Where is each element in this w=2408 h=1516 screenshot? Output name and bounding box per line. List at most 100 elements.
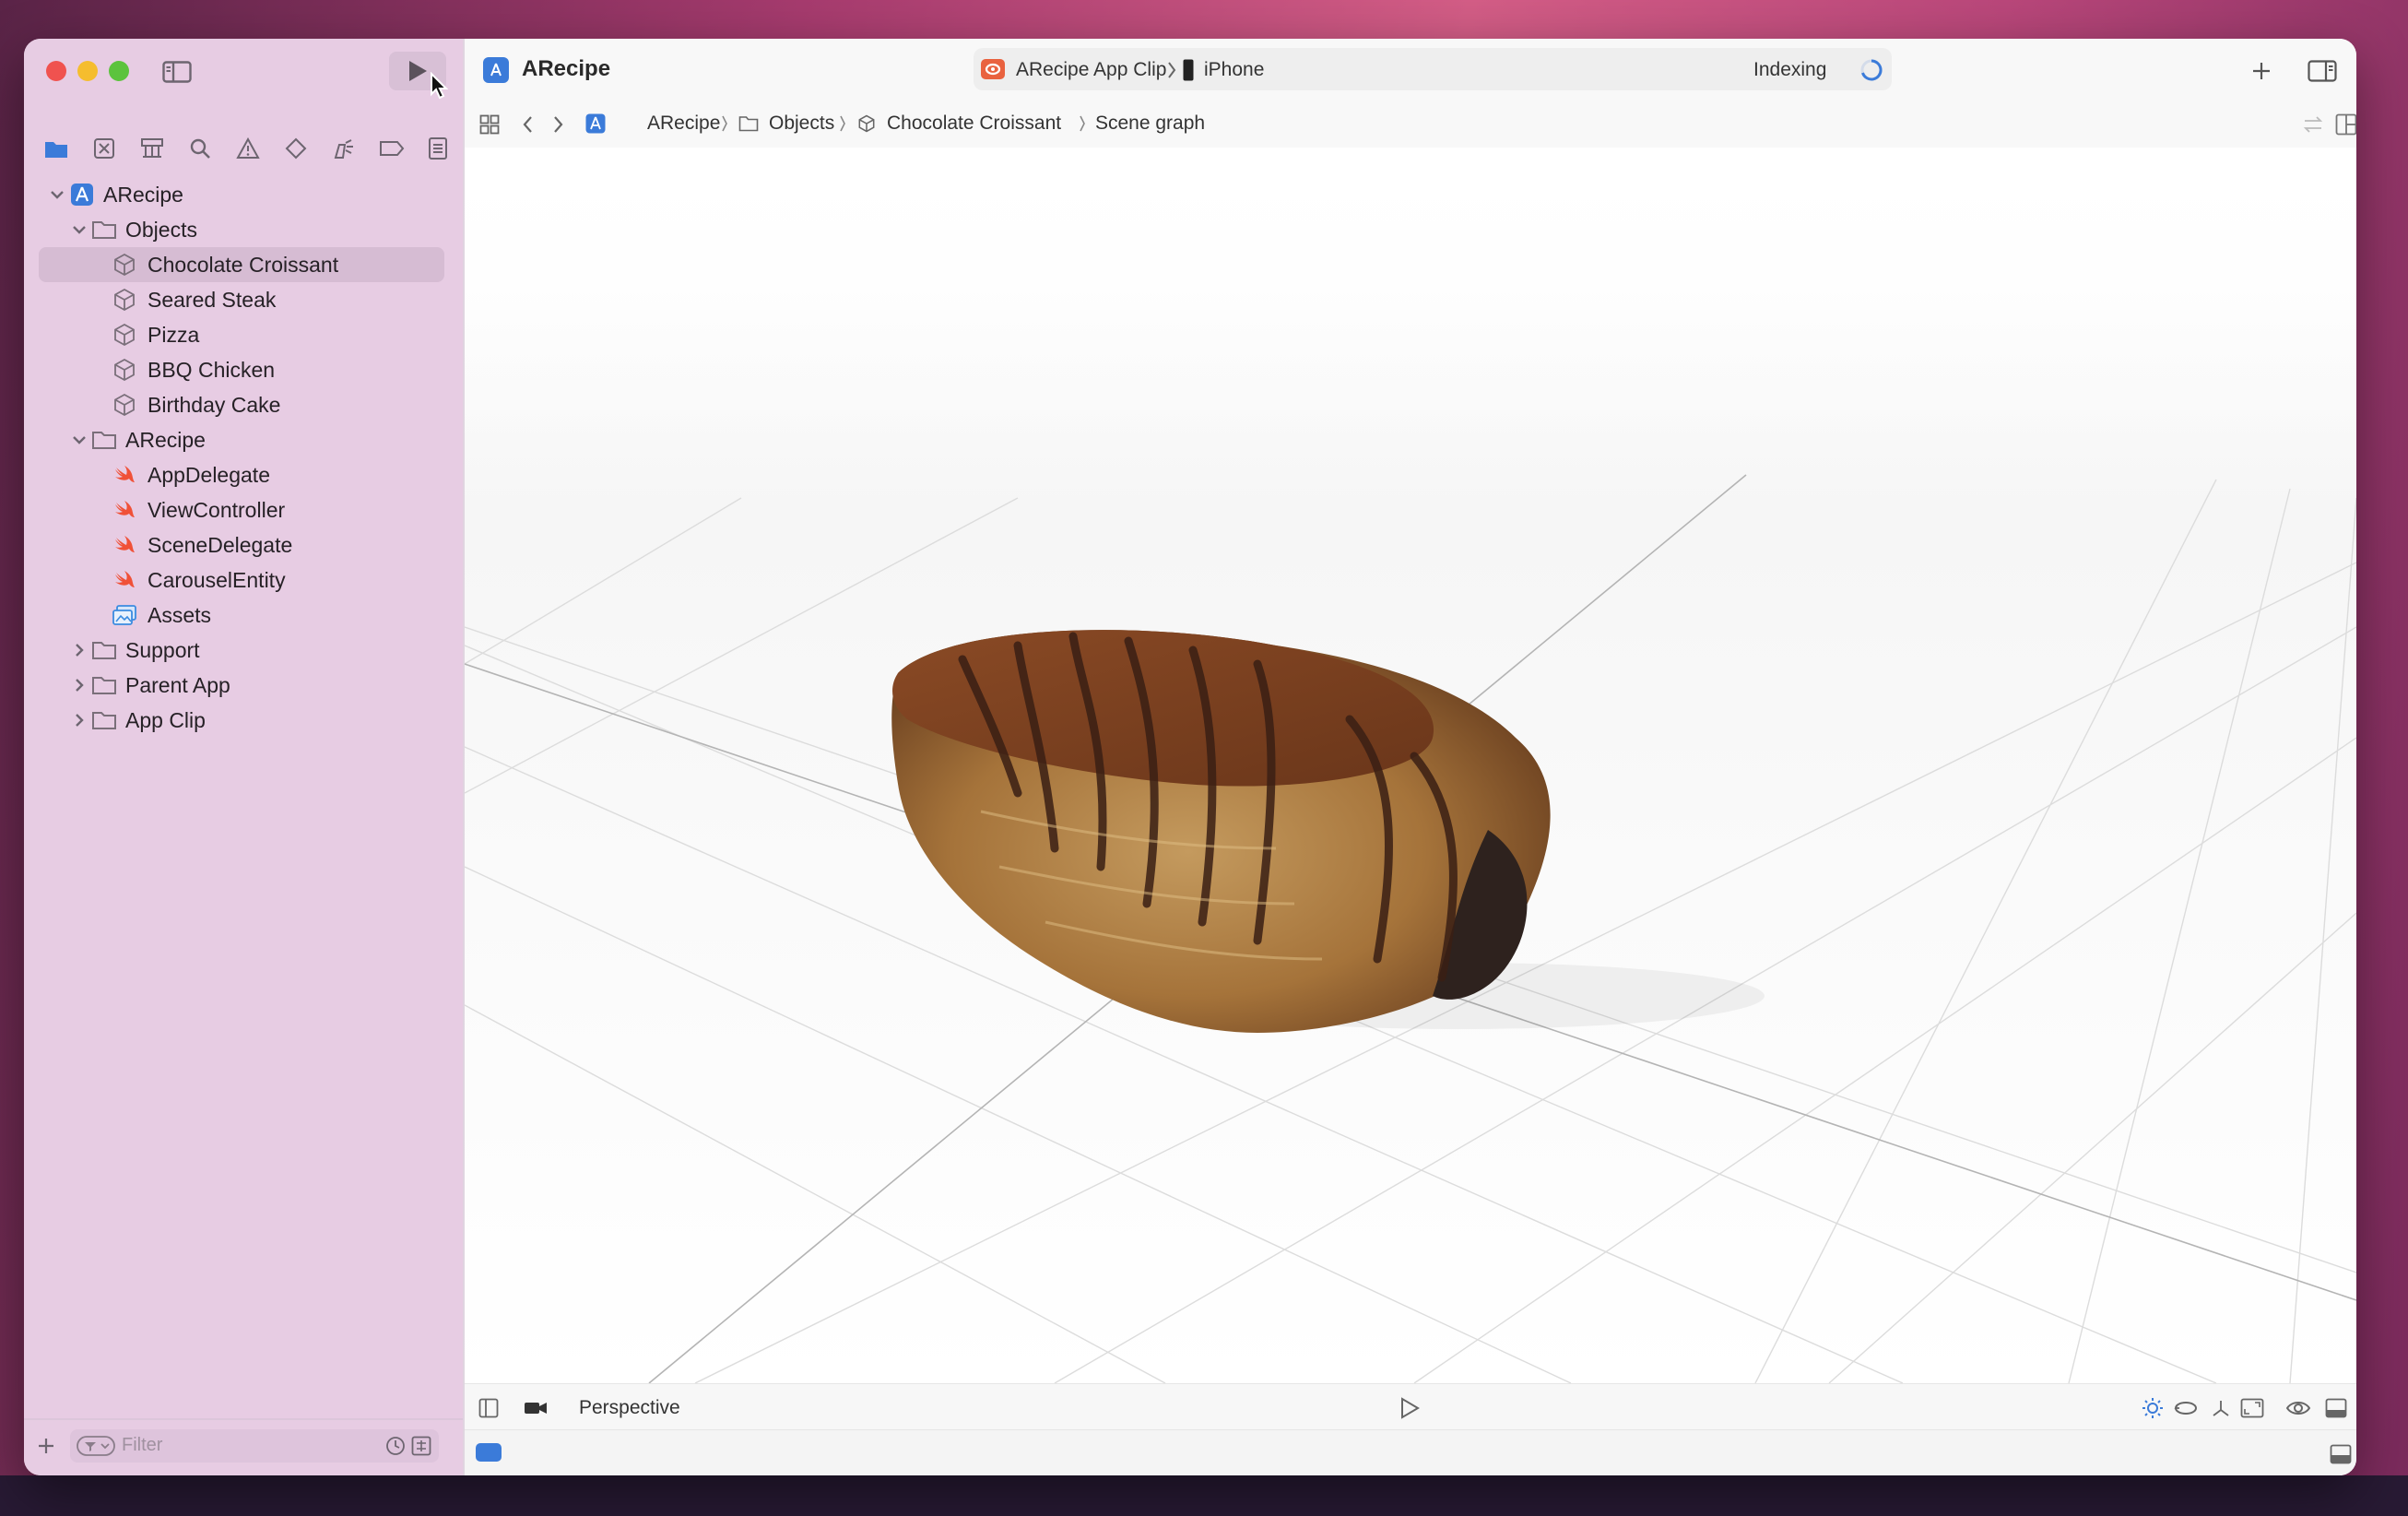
environment-orbit-icon[interactable]	[2172, 1393, 2200, 1423]
issue-warning-icon[interactable]	[230, 127, 266, 170]
breadcrumb-project[interactable]: ARecipe	[647, 113, 720, 135]
tree-item-label: Chocolate Croissant	[148, 252, 339, 277]
scheme-name[interactable]: ARecipe App Clip	[1016, 59, 1166, 81]
tree-item-chocolate-croissant[interactable]: Chocolate Croissant	[39, 247, 444, 282]
scene-viewport[interactable]	[465, 148, 2356, 1383]
toggle-console-icon[interactable]	[2327, 1441, 2355, 1467]
tree-item-support-folder[interactable]: Support	[39, 633, 444, 668]
chevron-right-icon[interactable]	[70, 641, 89, 659]
project-navigator-icon[interactable]	[39, 127, 74, 170]
folder-icon	[90, 636, 118, 664]
tree-item-label: Pizza	[148, 322, 200, 347]
editor-options-icon[interactable]	[2332, 111, 2356, 138]
scene-graph-canvas[interactable]	[465, 148, 2356, 1383]
play-animation-icon[interactable]	[1394, 1393, 1425, 1423]
tree-item-arecipe-project[interactable]: ARecipe	[39, 177, 444, 212]
tree-item-app-clip-folder[interactable]: App Clip	[39, 703, 444, 738]
mouse-cursor-icon	[430, 71, 449, 104]
zoom-window-button[interactable]	[109, 61, 129, 81]
camera-mode-label[interactable]: Perspective	[579, 1397, 680, 1419]
debug-spray-icon[interactable]	[326, 127, 361, 170]
chevron-down-icon[interactable]	[70, 431, 89, 449]
breadcrumb-folder[interactable]: Objects	[769, 113, 834, 135]
source-control-filter-icon[interactable]	[409, 1433, 433, 1459]
run-destination[interactable]: iPhone	[1204, 59, 1264, 81]
minimize-window-button[interactable]	[77, 61, 98, 81]
3d-object-icon	[111, 251, 138, 278]
project-title: ARecipe	[522, 56, 611, 81]
lighting-sun-icon[interactable]	[2139, 1393, 2166, 1423]
jump-bar: ARecipe Objects Chocolate Croissant Scen…	[465, 100, 2356, 148]
tree-item-label: Parent App	[125, 672, 230, 697]
3d-object-icon	[856, 113, 878, 135]
app-project-icon	[68, 181, 96, 208]
tree-item-label: Objects	[125, 217, 197, 242]
breakpoint-tag-icon[interactable]	[374, 127, 409, 170]
toggle-debug-area-icon[interactable]	[2321, 1393, 2351, 1423]
tree-item-objects-folder[interactable]: Objects	[39, 212, 444, 247]
navigator-filter-bar: Filter	[24, 1418, 463, 1475]
iphone-device-icon	[1182, 58, 1195, 82]
swap-arrows-icon[interactable]	[2299, 111, 2327, 138]
chevron-right-icon	[1077, 113, 1088, 135]
tree-item-seared-steak[interactable]: Seared Steak	[39, 282, 444, 317]
recent-files-clock-icon[interactable]	[384, 1433, 407, 1459]
tree-item-pizza[interactable]: Pizza	[39, 317, 444, 352]
forward-chevron-icon[interactable]	[548, 111, 570, 138]
swift-file-icon	[111, 496, 138, 524]
chevron-down-icon[interactable]	[48, 185, 66, 204]
folder-icon	[90, 216, 118, 243]
debug-status-bar	[465, 1429, 2356, 1475]
breadcrumb-scene-graph[interactable]: Scene graph	[1095, 113, 1205, 135]
tree-item-parent-app-folder[interactable]: Parent App	[39, 668, 444, 703]
tree-item-bbq-chicken[interactable]: BBQ Chicken	[39, 352, 444, 387]
find-icon[interactable]	[183, 127, 218, 170]
tree-item-scenedelegate[interactable]: SceneDelegate	[39, 527, 444, 563]
tree-item-label: ARecipe	[103, 182, 183, 207]
tree-item-arecipe-folder[interactable]: ARecipe	[39, 422, 444, 457]
asset-catalog-icon	[111, 601, 138, 629]
chevron-right-icon[interactable]	[70, 676, 89, 694]
tree-item-label: ViewController	[148, 497, 286, 522]
chevron-right-icon[interactable]	[70, 711, 89, 729]
tree-item-assets[interactable]: Assets	[39, 598, 444, 633]
navigator-tabs	[24, 127, 463, 170]
back-chevron-icon[interactable]	[516, 111, 538, 138]
visibility-eye-icon[interactable]	[2283, 1393, 2314, 1423]
tree-item-carouselentity[interactable]: CarouselEntity	[39, 563, 444, 598]
desktop-background	[0, 1475, 2408, 1516]
tree-item-label: AppDelegate	[148, 462, 270, 487]
tree-item-viewcontroller[interactable]: ViewController	[39, 492, 444, 527]
breadcrumb-file[interactable]: Chocolate Croissant	[887, 113, 1061, 135]
filter-options-icon[interactable]	[76, 1433, 116, 1459]
breakpoints-toggle-icon[interactable]	[476, 1443, 502, 1462]
related-items-grid-icon[interactable]	[476, 111, 503, 138]
camera-icon[interactable]	[522, 1395, 549, 1421]
add-library-icon[interactable]	[2246, 55, 2277, 87]
chevron-down-icon[interactable]	[70, 220, 89, 239]
add-icon[interactable]	[30, 1429, 63, 1463]
window-toolbar: ARecipe ARecipe App Clip iPhone Indexing	[465, 39, 2356, 101]
tree-item-birthday-cake[interactable]: Birthday Cake	[39, 387, 444, 422]
tree-item-label: App Clip	[125, 707, 206, 732]
symbol-navigator-icon[interactable]	[135, 127, 170, 170]
report-list-icon[interactable]	[420, 127, 455, 170]
test-diamond-icon[interactable]	[278, 127, 313, 170]
progress-spinner-icon	[1859, 57, 1884, 83]
frame-object-icon[interactable]	[2238, 1393, 2266, 1423]
axes-icon[interactable]	[2207, 1393, 2235, 1423]
tree-item-label: Seared Steak	[148, 287, 277, 312]
toggle-navigator-icon[interactable]	[159, 55, 195, 89]
toggle-outline-icon[interactable]	[476, 1395, 502, 1421]
source-control-icon[interactable]	[87, 127, 122, 170]
tree-item-label: SceneDelegate	[148, 532, 293, 557]
activity-status: Indexing	[1753, 59, 1827, 80]
navigator-sidebar: ARecipe Objects Chocolate Croissant Sear…	[24, 39, 463, 1475]
filter-input[interactable]: Filter	[70, 1429, 439, 1463]
folder-icon	[90, 426, 118, 454]
tree-item-appdelegate[interactable]: AppDelegate	[39, 457, 444, 492]
toggle-inspector-icon[interactable]	[2305, 55, 2340, 87]
scheme-and-activity-bar: ARecipe App Clip iPhone Indexing	[974, 48, 1892, 90]
tree-item-label: Birthday Cake	[148, 392, 281, 417]
close-window-button[interactable]	[46, 61, 66, 81]
